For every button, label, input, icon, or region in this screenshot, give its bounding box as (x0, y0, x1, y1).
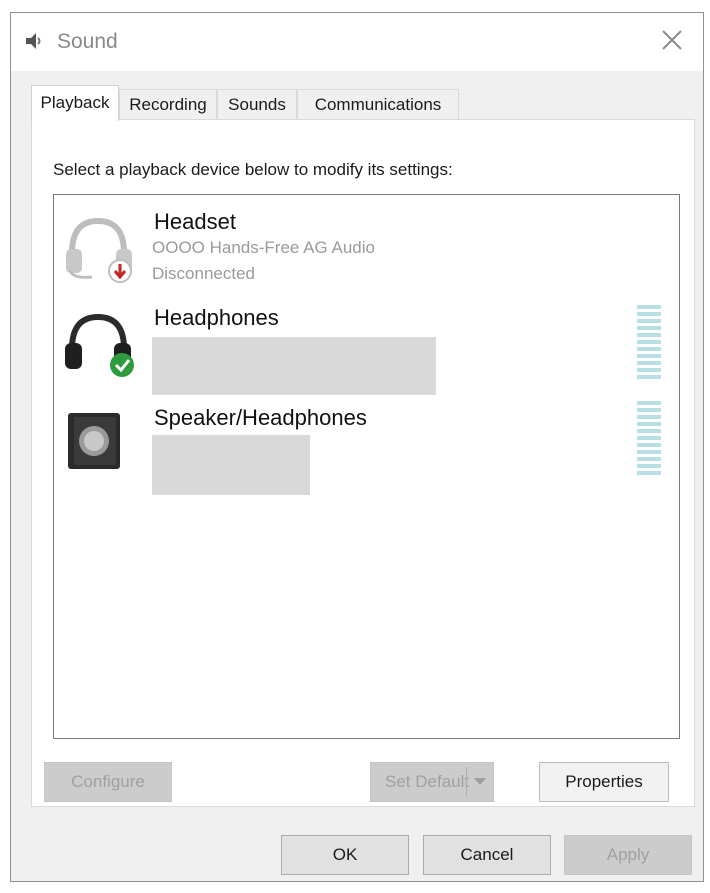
configure-button[interactable]: Configure (44, 762, 172, 802)
chevron-down-icon[interactable] (474, 778, 486, 786)
speaker-icon (68, 413, 120, 469)
device-item-speaker-headphones[interactable]: Speaker/Headphones (54, 399, 679, 499)
device-item-headphones[interactable]: Headphones (54, 299, 679, 395)
speaker-icon (26, 33, 41, 49)
instruction-text: Select a playback device below to modify… (53, 160, 453, 179)
window-title: Sound (57, 30, 118, 53)
device-name: Headphones (154, 305, 279, 330)
device-status: Disconnected (152, 264, 256, 283)
ok-button[interactable]: OK (281, 835, 409, 875)
headset-icon (66, 217, 132, 283)
level-meter (637, 305, 661, 379)
set-default-button[interactable]: Set Default (370, 762, 494, 802)
tab-recording[interactable]: Recording (119, 89, 217, 119)
device-list[interactable]: Headset OOOO Hands-Free AG Audio Disconn… (53, 194, 680, 739)
sound-dialog: Sound Playback Recording Sounds Communic… (10, 12, 704, 882)
level-meter (637, 401, 661, 475)
close-icon[interactable] (657, 25, 687, 55)
device-item-headset[interactable]: Headset OOOO Hands-Free AG Audio Disconn… (54, 203, 679, 295)
default-check-badge (110, 353, 134, 377)
split-divider (466, 767, 467, 797)
device-name: Headset (154, 209, 236, 234)
device-name: Speaker/Headphones (154, 405, 367, 430)
cancel-button[interactable]: Cancel (423, 835, 551, 875)
headphones-icon (65, 313, 134, 377)
tab-communications[interactable]: Communications (297, 89, 459, 119)
device-description: OOOO Hands-Free AG Audio (152, 238, 375, 257)
properties-button[interactable]: Properties (539, 762, 669, 802)
apply-button[interactable]: Apply (564, 835, 692, 875)
redacted-device-details (152, 337, 436, 395)
redacted-device-details (152, 435, 310, 495)
title-bar: Sound (11, 13, 703, 71)
tab-playback[interactable]: Playback (31, 85, 119, 121)
set-default-label: Set Default (385, 772, 470, 791)
playback-panel: Select a playback device below to modify… (31, 119, 695, 807)
tab-sounds[interactable]: Sounds (217, 89, 297, 119)
